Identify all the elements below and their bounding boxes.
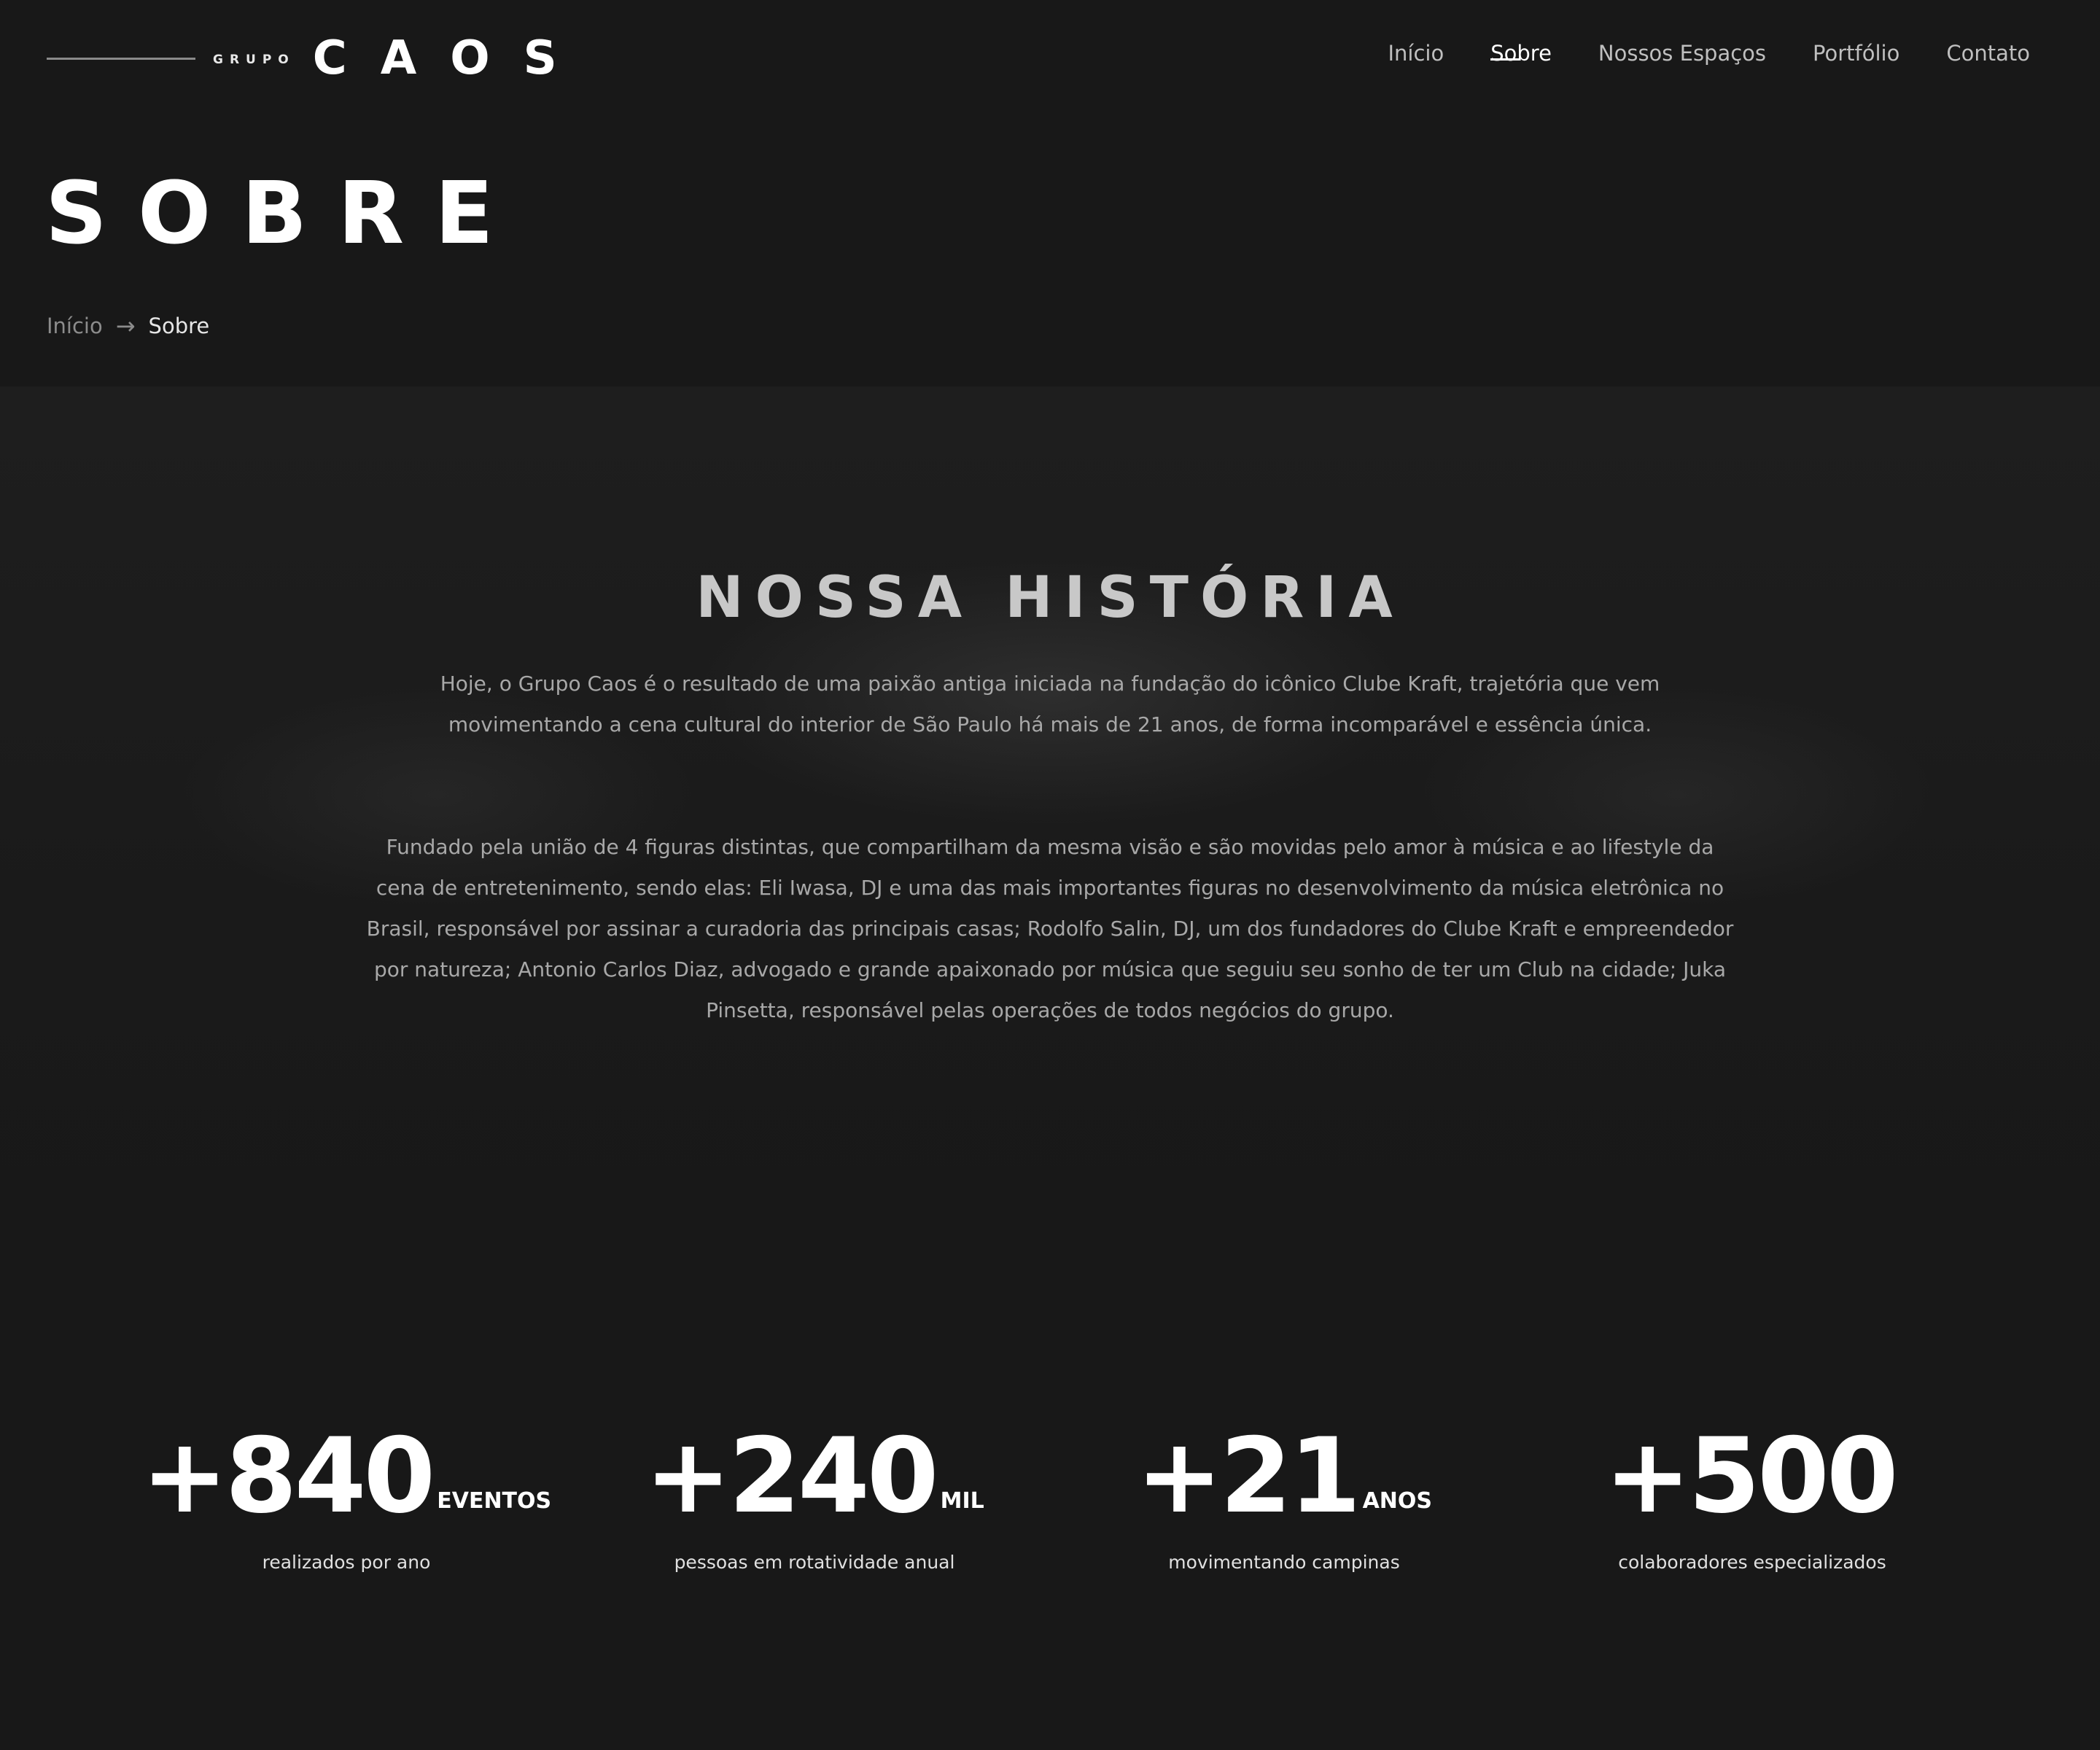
page: GRUPO CAOS Início Sobre Nossos Espaços P… [0, 0, 2100, 1750]
history-paragraph-1: Hoje, o Grupo Caos é o resultado de uma … [440, 672, 1660, 736]
stat-value: +500 [1604, 1416, 1898, 1536]
stat-figure: +21 ANOS [1051, 1422, 1517, 1531]
nav-item-sobre[interactable]: Sobre [1490, 41, 1552, 66]
stat-figure: +240 MIL [581, 1422, 1048, 1531]
arrow-right-icon: → [115, 312, 136, 340]
stat-colaboradores: +500 colaboradores especializados [1519, 1422, 1986, 1574]
page-title: SOBRE [45, 163, 524, 263]
stat-value: +840 [141, 1416, 435, 1536]
nav-item-nossos-espacos[interactable]: Nossos Espaços [1598, 41, 1766, 66]
nav-item-portfolio[interactable]: Portfólio [1813, 41, 1899, 66]
stat-unit: MIL [940, 1488, 984, 1514]
stats-section: +840 EVENTOS realizados por ano +240 MIL… [0, 1422, 2100, 1611]
breadcrumb: Início → Sobre [47, 312, 209, 340]
logo-line [47, 57, 195, 60]
history-paragraph-2: Fundado pela união de 4 figuras distinta… [366, 835, 1734, 1022]
stat-unit: EVENTOS [437, 1488, 552, 1514]
stat-figure: +500 [1519, 1422, 1986, 1531]
logo[interactable]: GRUPO CAOS [47, 29, 591, 88]
nav-item-contato[interactable]: Contato [1946, 41, 2030, 66]
logo-caos-text: CAOS [312, 31, 591, 85]
stat-unit: ANOS [1362, 1488, 1433, 1514]
breadcrumb-home-link[interactable]: Início [47, 314, 103, 338]
history-title: NOSSA HISTÓRIA [696, 565, 1404, 631]
site-header: GRUPO CAOS Início Sobre Nossos Espaços P… [0, 0, 2100, 117]
main-nav: Início Sobre Nossos Espaços Portfólio Co… [1341, 41, 2030, 66]
stat-caption: movimentando campinas [1168, 1552, 1400, 1573]
nav-item-inicio[interactable]: Início [1388, 41, 1444, 66]
stat-caption: pessoas em rotatividade anual [674, 1552, 955, 1573]
breadcrumb-current: Sobre [148, 314, 210, 338]
stat-figure: +840 EVENTOS [113, 1422, 580, 1531]
stat-anos: +21 ANOS movimentando campinas [1051, 1422, 1517, 1574]
stat-pessoas: +240 MIL pessoas em rotatividade anual [581, 1422, 1048, 1574]
stat-caption: colaboradores especializados [1618, 1552, 1886, 1573]
history-section: NOSSA HISTÓRIA Hoje, o Grupo Caos é o re… [0, 386, 2100, 1312]
stat-value: +21 [1135, 1416, 1361, 1536]
stat-eventos: +840 EVENTOS realizados por ano [113, 1422, 580, 1574]
stat-value: +240 [645, 1416, 938, 1536]
logo-grupo-text: GRUPO [213, 52, 295, 67]
stat-caption: realizados por ano [262, 1552, 431, 1573]
